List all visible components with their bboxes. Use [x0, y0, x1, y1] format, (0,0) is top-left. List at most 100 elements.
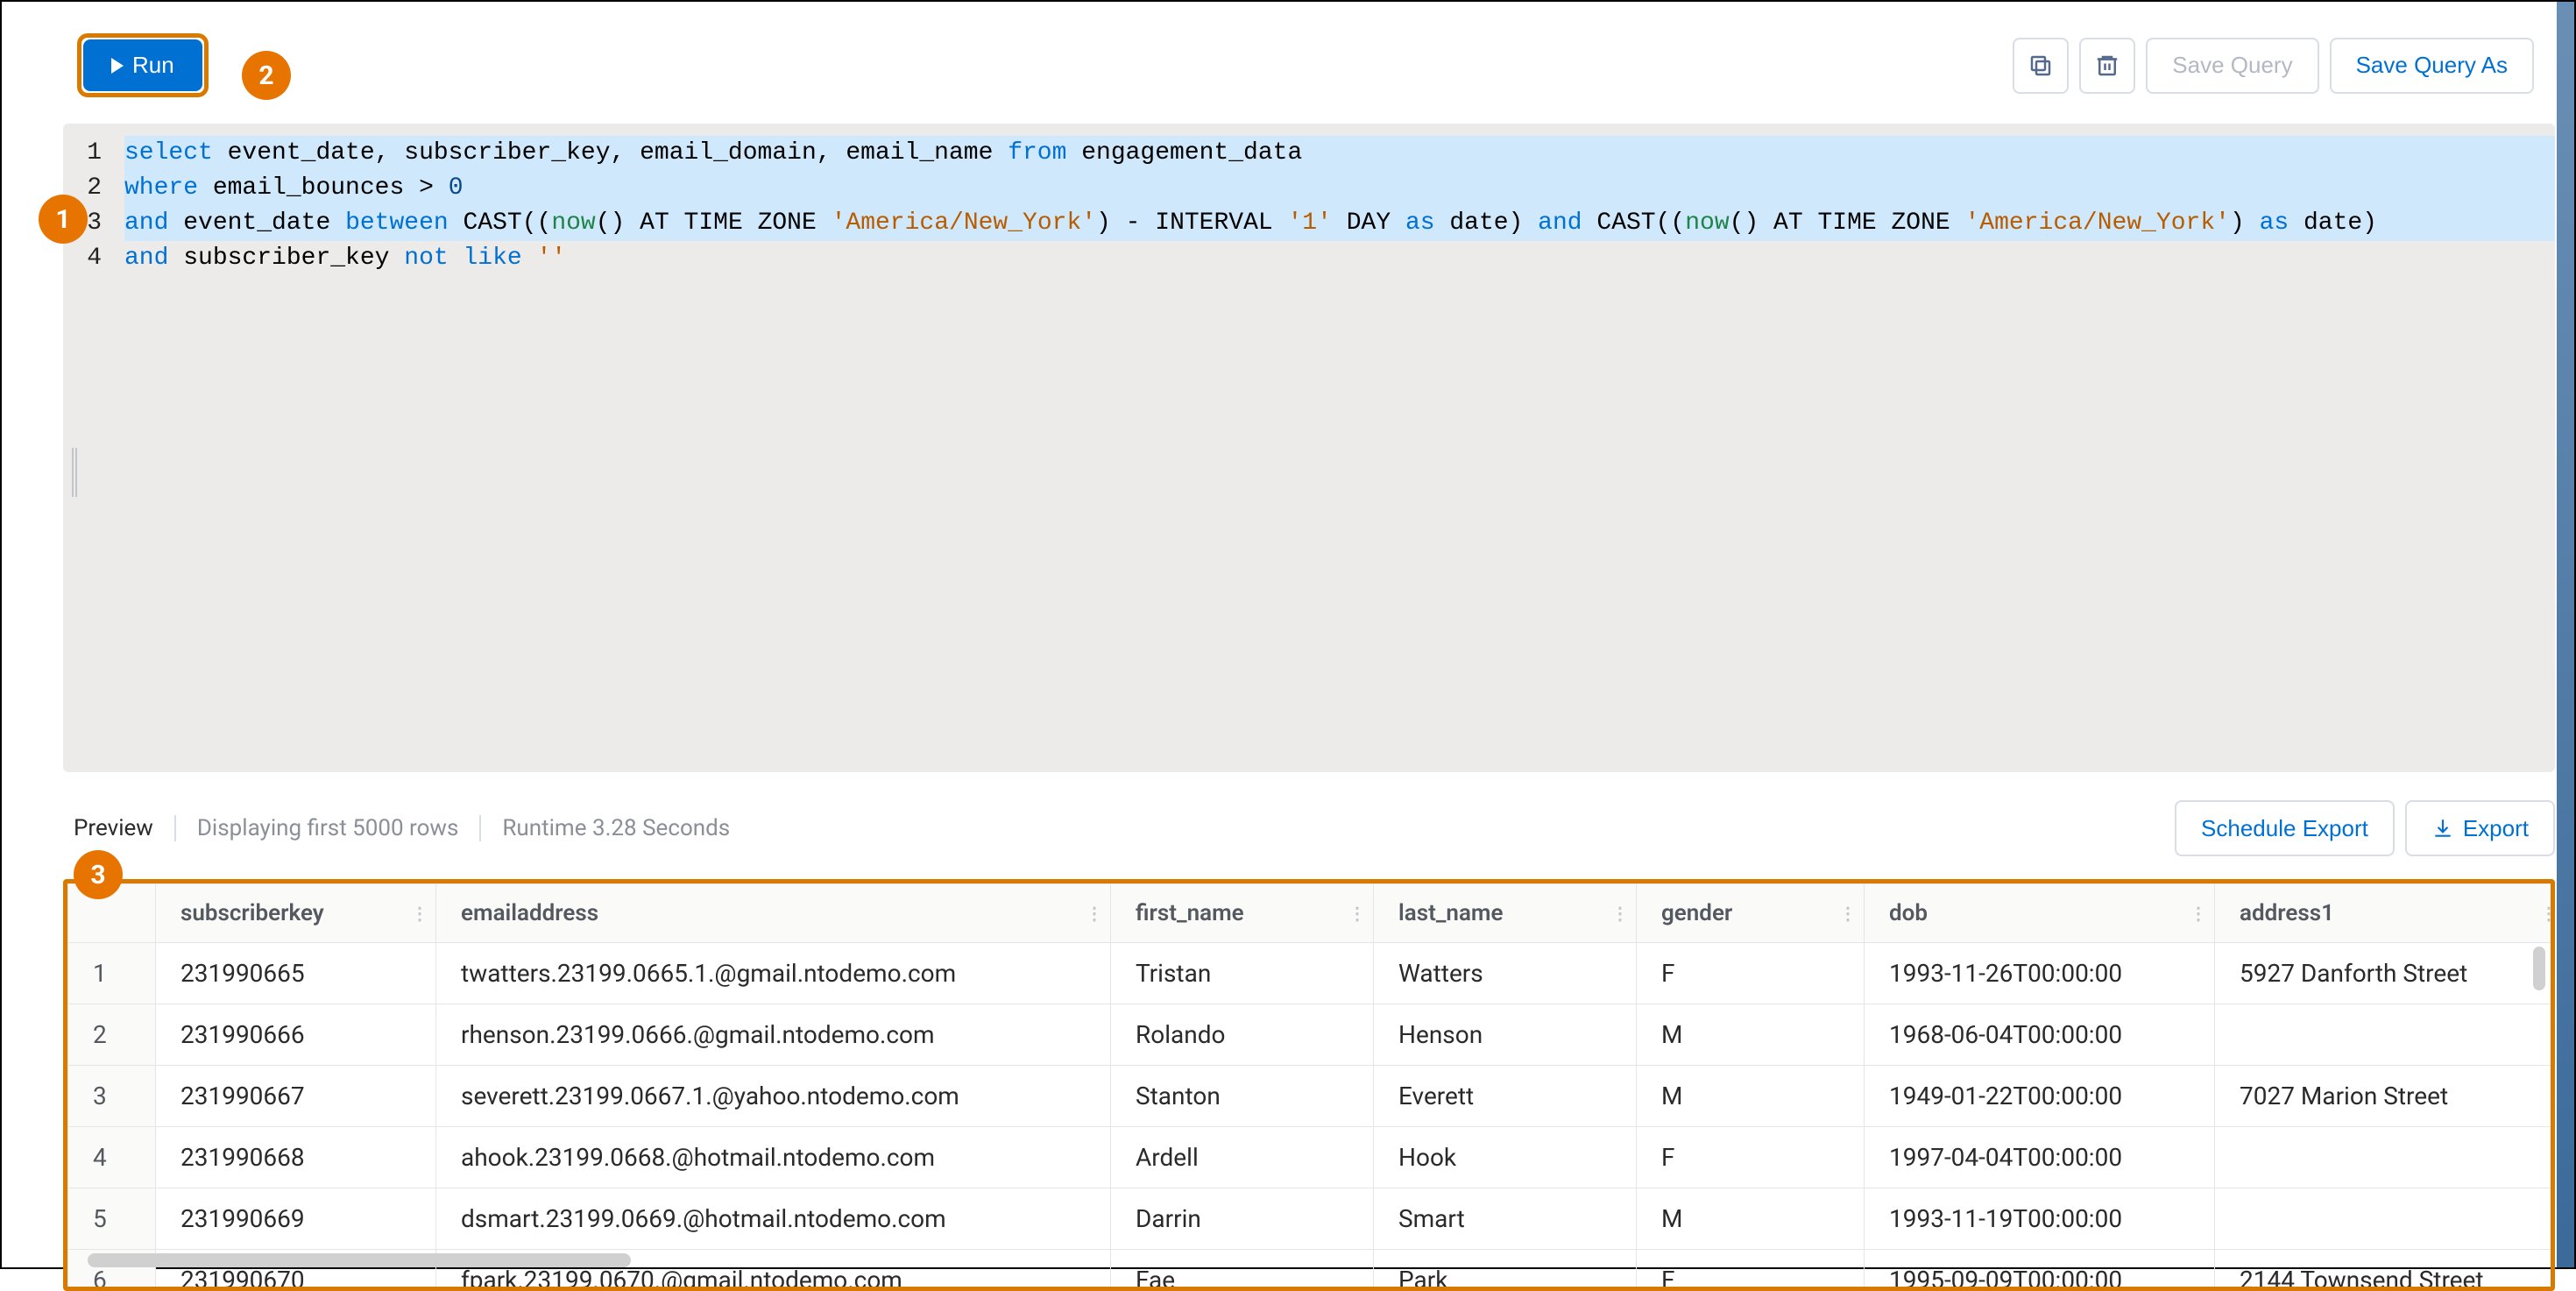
cell-first_name: Ardell — [1111, 1127, 1374, 1188]
table-row[interactable]: 2231990666rhenson.23199.0666.@gmail.ntod… — [68, 1004, 2556, 1066]
column-header-emailaddress[interactable]: emailaddress⋮ — [436, 884, 1111, 943]
column-header-address1[interactable]: address1⋮ — [2215, 884, 2556, 943]
cell-last_name: Hook — [1374, 1127, 1637, 1188]
cell-last_name: Watters — [1374, 943, 1637, 1004]
column-header-first_name[interactable]: first_name⋮ — [1111, 884, 1374, 943]
cell-dob: 1968-06-04T00:00:00 — [1865, 1004, 2215, 1066]
column-header-subscriberkey[interactable]: subscriberkey⋮ — [156, 884, 436, 943]
cell-last_name: Everett — [1374, 1066, 1637, 1127]
cell-subscriberkey: 231990665 — [156, 943, 436, 1004]
column-header-last_name[interactable]: last_name⋮ — [1374, 884, 1637, 943]
cell-address1 — [2215, 1004, 2556, 1066]
cell-dob: 1993-11-26T00:00:00 — [1865, 943, 2215, 1004]
callout-3: 3 — [74, 850, 123, 899]
rownum-cell: 1 — [68, 943, 156, 1004]
table-row[interactable]: 3231990667severett.23199.0667.1.@yahoo.n… — [68, 1066, 2556, 1127]
column-resize-handle[interactable]: ⋮ — [1839, 903, 1855, 924]
cell-dob: 1993-11-19T00:00:00 — [1865, 1188, 2215, 1250]
table-vertical-scrollbar[interactable] — [2533, 947, 2545, 990]
cell-subscriberkey: 231990668 — [156, 1127, 436, 1188]
cell-gender: M — [1637, 1004, 1865, 1066]
schedule-export-label: Schedule Export — [2201, 815, 2368, 842]
results-bar: Preview Displaying first 5000 rows Runti… — [26, 772, 2555, 879]
cell-dob: 1949-01-22T00:00:00 — [1865, 1066, 2215, 1127]
table-row[interactable]: 1231990665twatters.23199.0665.1.@gmail.n… — [68, 943, 2556, 1004]
run-button-highlight: Run — [77, 33, 209, 97]
cell-emailaddress: twatters.23199.0665.1.@gmail.ntodemo.com — [436, 943, 1111, 1004]
cell-address1 — [2215, 1188, 2556, 1250]
column-header-gender[interactable]: gender⋮ — [1637, 884, 1865, 943]
column-header-dob[interactable]: dob⋮ — [1865, 884, 2215, 943]
cell-emailaddress: ahook.23199.0668.@hotmail.ntodemo.com — [436, 1127, 1111, 1188]
column-resize-handle[interactable]: ⋮ — [411, 903, 427, 924]
play-icon — [111, 58, 124, 74]
cell-address1: 7027 Marion Street — [2215, 1066, 2556, 1127]
save-query-button: Save Query — [2146, 38, 2318, 94]
code-line[interactable]: and subscriber_key not like '' — [124, 241, 2555, 276]
cell-subscriberkey: 231990669 — [156, 1188, 436, 1250]
runtime-label: Runtime 3.28 Seconds — [479, 815, 751, 841]
table-row[interactable]: 4231990668ahook.23199.0668.@hotmail.ntod… — [68, 1127, 2556, 1188]
right-scrollbar-rail[interactable] — [2557, 2, 2574, 1267]
sql-editor[interactable]: 1234 select event_date, subscriber_key, … — [63, 124, 2555, 772]
column-resize-handle[interactable]: ⋮ — [2190, 903, 2205, 924]
cell-dob: 1995-09-09T00:00:00 — [1865, 1250, 2215, 1291]
table-row[interactable]: 5231990669dsmart.23199.0669.@hotmail.nto… — [68, 1188, 2556, 1250]
cell-first_name: Rolando — [1111, 1004, 1374, 1066]
cell-address1: 2144 Townsend Street — [2215, 1250, 2556, 1291]
cell-first_name: Stanton — [1111, 1066, 1374, 1127]
rownum-cell: 3 — [68, 1066, 156, 1127]
rownum-cell: 5 — [68, 1188, 156, 1250]
cell-last_name: Park — [1374, 1250, 1637, 1291]
cell-gender: F — [1637, 1250, 1865, 1291]
cell-gender: M — [1637, 1188, 1865, 1250]
delete-button[interactable] — [2079, 38, 2135, 94]
copy-icon — [2028, 53, 2054, 79]
cell-address1 — [2215, 1127, 2556, 1188]
horizontal-scrollbar[interactable] — [88, 1253, 631, 1267]
results-table-highlight: subscriberkey⋮emailaddress⋮first_name⋮la… — [63, 879, 2555, 1291]
column-resize-handle[interactable]: ⋮ — [2540, 903, 2555, 924]
rows-displayed-label: Displaying first 5000 rows — [176, 815, 480, 841]
column-resize-handle[interactable]: ⋮ — [1348, 903, 1364, 924]
editor-toolbar: Run Save Query Save Query As — [26, 2, 2555, 124]
callout-1: 1 — [39, 195, 88, 244]
preview-label: Preview — [74, 815, 176, 841]
cell-emailaddress: dsmart.23199.0669.@hotmail.ntodemo.com — [436, 1188, 1111, 1250]
trash-icon — [2094, 53, 2120, 79]
cell-address1: 5927 Danforth Street — [2215, 943, 2556, 1004]
editor-body[interactable]: select event_date, subscriber_key, email… — [63, 124, 2555, 276]
code-line[interactable]: where email_bounces > 0 — [124, 171, 2555, 206]
results-table: subscriberkey⋮emailaddress⋮first_name⋮la… — [67, 883, 2555, 1291]
download-icon — [2431, 817, 2454, 840]
callout-2: 2 — [242, 51, 291, 100]
save-query-label: Save Query — [2172, 52, 2292, 79]
cell-gender: M — [1637, 1066, 1865, 1127]
export-button[interactable]: Export — [2405, 800, 2555, 856]
schedule-export-button[interactable]: Schedule Export — [2175, 800, 2395, 856]
cell-last_name: Henson — [1374, 1004, 1637, 1066]
cell-subscriberkey: 231990666 — [156, 1004, 436, 1066]
line-number: 4 — [63, 241, 102, 276]
cell-first_name: Fae — [1111, 1250, 1374, 1291]
save-query-as-button[interactable]: Save Query As — [2330, 38, 2534, 94]
column-resize-handle[interactable]: ⋮ — [1086, 903, 1101, 924]
cell-first_name: Tristan — [1111, 943, 1374, 1004]
line-number: 1 — [63, 136, 102, 171]
code-line[interactable]: and event_date between CAST((now() AT TI… — [124, 206, 2555, 241]
cell-gender: F — [1637, 943, 1865, 1004]
cell-gender: F — [1637, 1127, 1865, 1188]
code-line[interactable]: select event_date, subscriber_key, email… — [124, 136, 2555, 171]
save-query-as-label: Save Query As — [2356, 52, 2508, 79]
cell-first_name: Darrin — [1111, 1188, 1374, 1250]
copy-button[interactable] — [2013, 38, 2069, 94]
column-resize-handle[interactable]: ⋮ — [1611, 903, 1627, 924]
rownum-cell: 4 — [68, 1127, 156, 1188]
run-button[interactable]: Run — [83, 39, 202, 91]
run-button-label: Run — [132, 52, 174, 79]
cell-last_name: Smart — [1374, 1188, 1637, 1250]
cell-emailaddress: rhenson.23199.0666.@gmail.ntodemo.com — [436, 1004, 1111, 1066]
cell-emailaddress: severett.23199.0667.1.@yahoo.ntodemo.com — [436, 1066, 1111, 1127]
rownum-cell: 2 — [68, 1004, 156, 1066]
cell-dob: 1997-04-04T00:00:00 — [1865, 1127, 2215, 1188]
